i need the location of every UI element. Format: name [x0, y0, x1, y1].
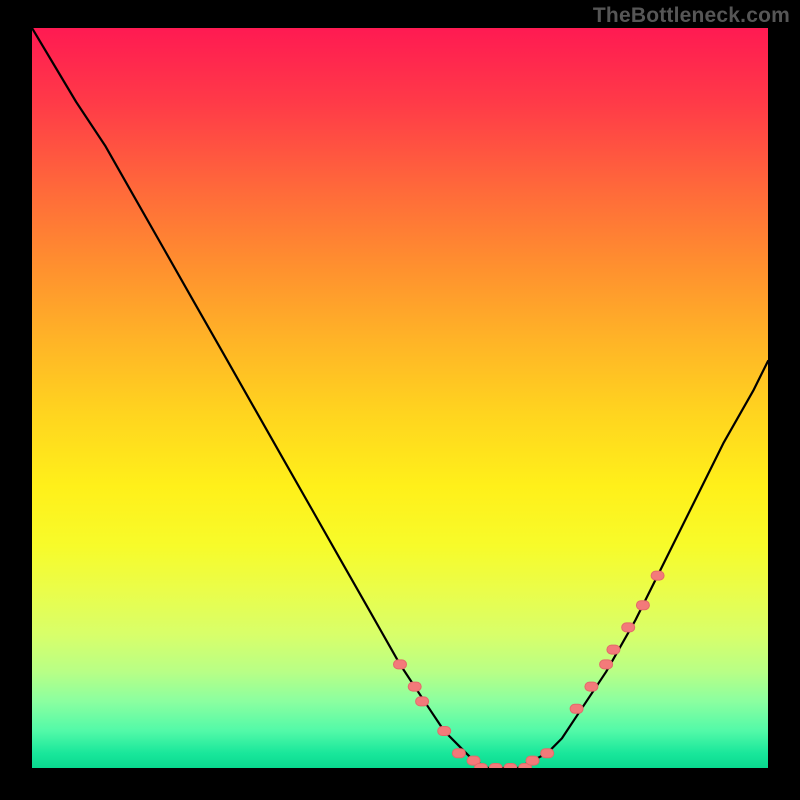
curve-marker: [600, 660, 613, 669]
attribution-label: TheBottleneck.com: [593, 4, 790, 28]
curve-marker: [394, 660, 407, 669]
bottleneck-curve: [32, 28, 768, 768]
curve-marker: [408, 682, 421, 691]
curve-layer: [32, 28, 768, 768]
curve-marker: [416, 697, 429, 706]
curve-marker: [622, 623, 635, 632]
curve-marker: [475, 764, 488, 769]
curve-marker: [526, 756, 539, 765]
curve-marker: [585, 682, 598, 691]
curve-marker: [438, 727, 451, 736]
curve-marker: [607, 645, 620, 654]
chart-frame: TheBottleneck.com: [0, 0, 800, 800]
curve-marker: [636, 601, 649, 610]
curve-marker: [651, 571, 664, 580]
curve-marker: [541, 749, 554, 758]
curve-marker: [504, 764, 517, 769]
plot-area: [32, 28, 768, 768]
curve-marker: [452, 749, 465, 758]
curve-marker: [570, 704, 583, 713]
curve-marker: [489, 764, 502, 769]
